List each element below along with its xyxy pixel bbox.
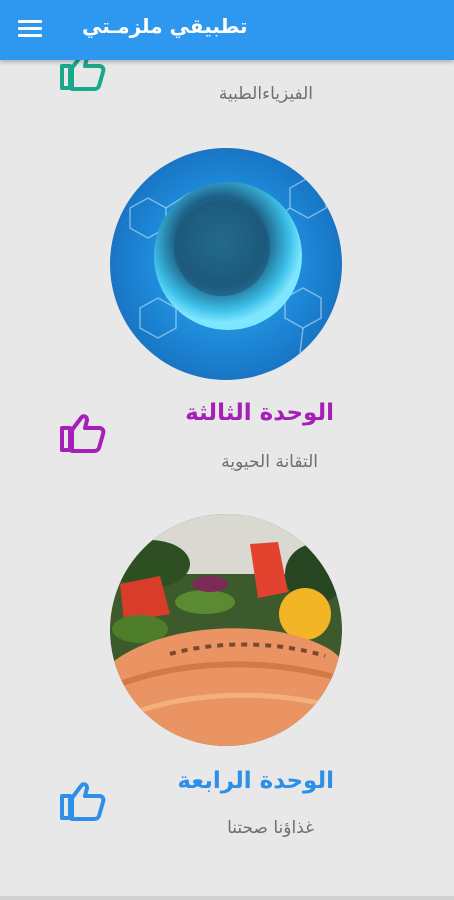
unit-subtitle: غذاؤنا صحتنا bbox=[227, 818, 314, 838]
thumbs-up-icon[interactable] bbox=[58, 60, 108, 92]
app-title: تطبيقي ملزمـتي bbox=[82, 14, 248, 38]
app-bar: تطبيقي ملزمـتي bbox=[0, 0, 454, 60]
unit-title: الوحدة الرابعة bbox=[177, 768, 334, 794]
thumbs-up-icon[interactable] bbox=[58, 778, 108, 822]
salmon-salad-image bbox=[110, 514, 342, 746]
hamburger-menu-icon[interactable] bbox=[18, 20, 42, 40]
blue-cell-image bbox=[110, 148, 342, 380]
unit-subtitle: التقانة الحيوية bbox=[221, 452, 318, 472]
unit-subtitle: الفيزياءالطبية bbox=[218, 84, 313, 104]
unit-title: الوحدة الثالثة bbox=[185, 400, 334, 426]
unit-list: الفيزياءالطبية الوحدة الثالثة التقانة ال… bbox=[0, 60, 454, 900]
bottom-edge bbox=[0, 896, 454, 900]
thumbs-up-icon[interactable] bbox=[58, 410, 108, 454]
